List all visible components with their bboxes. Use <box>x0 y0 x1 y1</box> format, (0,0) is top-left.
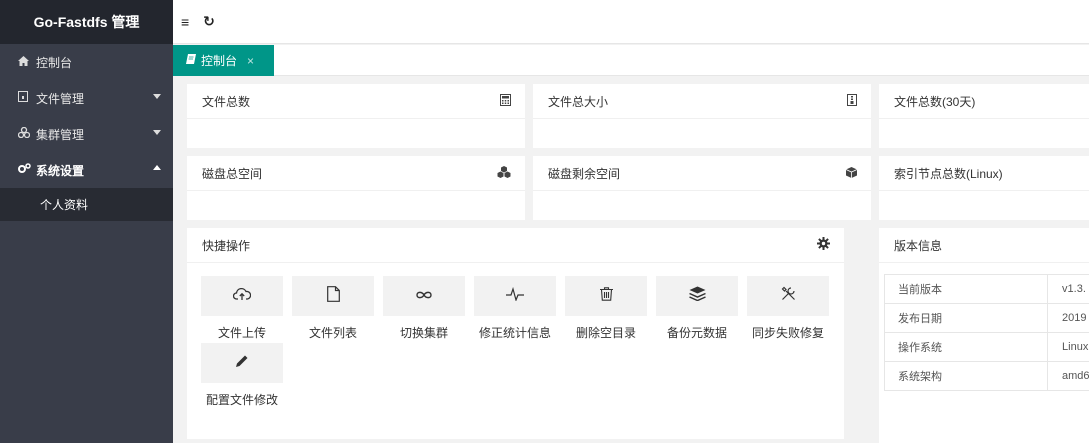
calculator-icon <box>500 93 511 109</box>
table-cell-value: 2019 <box>1047 303 1089 333</box>
stat-card-file-count-30d: 文件总数(30天) <box>879 84 1089 148</box>
quick-action-label: 删除空目录 <box>575 326 636 340</box>
tab-bar: 控制台 × <box>173 45 1089 76</box>
card-title: 快捷操作 <box>202 238 251 253</box>
quick-action-fix-stats[interactable]: 修正统计信息 <box>474 276 556 340</box>
stat-card-disk-free: 磁盘剩余空间 <box>533 156 871 220</box>
submenu-system-settings: 个人资料 <box>0 188 173 221</box>
gears-icon <box>18 163 36 177</box>
stat-label: 文件总数(30天) <box>894 94 976 109</box>
quick-action-label: 配置文件修改 <box>205 393 278 407</box>
stat-label: 文件总数 <box>202 94 251 109</box>
pencil-icon <box>235 354 249 373</box>
sidebar: Go-Fastdfs 管理 控制台 文件管理 集群管理 系统设置 个人资料 <box>0 0 173 443</box>
stat-label: 磁盘剩余空间 <box>548 166 621 181</box>
quick-action-file-upload[interactable]: 文件上传 <box>201 276 283 340</box>
quick-actions-card: 快捷操作 文件上传 文件列表 切换集群 修正统计信息 删除空目录 备份元数据 同… <box>187 228 844 439</box>
chevron-down-icon <box>153 94 161 99</box>
menu-toggle-icon[interactable]: ≡ <box>181 14 189 30</box>
stat-card-disk-total: 磁盘总空间 <box>187 156 525 220</box>
app-logo[interactable]: Go-Fastdfs 管理 <box>0 0 173 44</box>
quick-action-switch-cluster[interactable]: 切换集群 <box>383 276 465 340</box>
table-cell-key: 发布日期 <box>883 303 1049 333</box>
cubes-icon <box>497 165 511 181</box>
sidebar-item-label: 文件管理 <box>36 91 85 106</box>
sidebar-item-dashboard[interactable]: 控制台 <box>0 44 173 80</box>
chevron-up-icon <box>153 165 161 170</box>
refresh-icon[interactable]: ↻ <box>203 13 215 30</box>
cluster-icon <box>17 126 36 141</box>
table-cell-key: 操作系统 <box>883 332 1049 362</box>
sidebar-item-file-management[interactable]: 文件管理 <box>0 80 173 116</box>
quick-action-label: 文件列表 <box>308 326 357 340</box>
sidebar-item-system-settings[interactable]: 系统设置 <box>0 152 173 188</box>
notebook-icon <box>186 54 196 67</box>
stat-card-inode-total: 索引节点总数(Linux) <box>879 156 1089 220</box>
gear-icon[interactable] <box>817 237 830 253</box>
cloud-upload-icon <box>232 287 252 306</box>
version-info-table: 当前版本 v1.3. 发布日期 2019 操作系统 Linux 系统架构 amd… <box>883 274 1089 391</box>
stat-label: 索引节点总数(Linux) <box>894 166 1003 181</box>
quick-action-label: 修正统计信息 <box>478 326 551 340</box>
quick-action-backup-metadata[interactable]: 备份元数据 <box>656 276 738 340</box>
table-cell-value: amd6 <box>1047 361 1089 391</box>
table-row: 当前版本 v1.3. <box>883 274 1089 304</box>
table-row: 操作系统 Linux <box>883 332 1089 362</box>
card-title: 版本信息 <box>894 238 943 253</box>
file-archive-icon <box>847 93 857 109</box>
sidebar-item-label: 系统设置 <box>36 163 85 178</box>
tools-icon <box>781 286 796 306</box>
stat-card-file-count: 文件总数 <box>187 84 525 148</box>
quick-action-file-list[interactable]: 文件列表 <box>292 276 374 340</box>
stat-card-file-size: 文件总大小 <box>533 84 871 148</box>
layers-icon <box>688 286 706 306</box>
file-icon <box>18 91 36 105</box>
sidebar-item-label: 集群管理 <box>36 127 85 142</box>
quick-action-label: 备份元数据 <box>666 326 727 340</box>
quick-action-delete-empty-dir[interactable]: 删除空目录 <box>565 276 647 340</box>
home-icon <box>18 55 36 69</box>
table-cell-key: 当前版本 <box>883 274 1049 304</box>
topbar: ≡ ↻ <box>173 0 1089 44</box>
pulse-icon <box>506 286 524 306</box>
chevron-down-icon <box>153 130 161 135</box>
table-cell-value: Linux <box>1047 332 1089 362</box>
version-info-card: 版本信息 当前版本 v1.3. 发布日期 2019 操作系统 Linux 系统架… <box>879 228 1089 443</box>
sidebar-subitem-profile[interactable]: 个人资料 <box>0 188 173 221</box>
file-outline-icon <box>326 285 340 307</box>
quick-action-label: 文件上传 <box>217 326 266 340</box>
close-icon[interactable]: × <box>247 54 254 68</box>
quick-action-edit-config[interactable]: 配置文件修改 <box>201 343 283 407</box>
stat-label: 文件总大小 <box>548 94 609 109</box>
quick-action-sync-failure-repair[interactable]: 同步失败修复 <box>747 276 829 340</box>
infinity-icon <box>415 287 433 305</box>
table-cell-key: 系统架构 <box>883 361 1049 391</box>
table-row: 系统架构 amd6 <box>883 361 1089 391</box>
tab-label: 控制台 <box>201 54 238 68</box>
stat-label: 磁盘总空间 <box>202 166 263 181</box>
quick-action-label: 切换集群 <box>399 326 448 340</box>
quick-action-label: 同步失败修复 <box>751 326 824 340</box>
trash-icon <box>599 286 613 306</box>
sidebar-item-label: 控制台 <box>36 55 73 70</box>
tab-dashboard[interactable]: 控制台 × <box>173 45 274 76</box>
sidebar-item-cluster-management[interactable]: 集群管理 <box>0 116 173 152</box>
table-cell-value: v1.3. <box>1047 274 1089 304</box>
table-row: 发布日期 2019 <box>883 303 1089 333</box>
main-content: 文件总数 文件总大小 文件总数(30天) 磁盘总空间 磁盘剩余空间 索引节点总数… <box>173 76 1089 443</box>
cube-icon <box>845 166 858 181</box>
